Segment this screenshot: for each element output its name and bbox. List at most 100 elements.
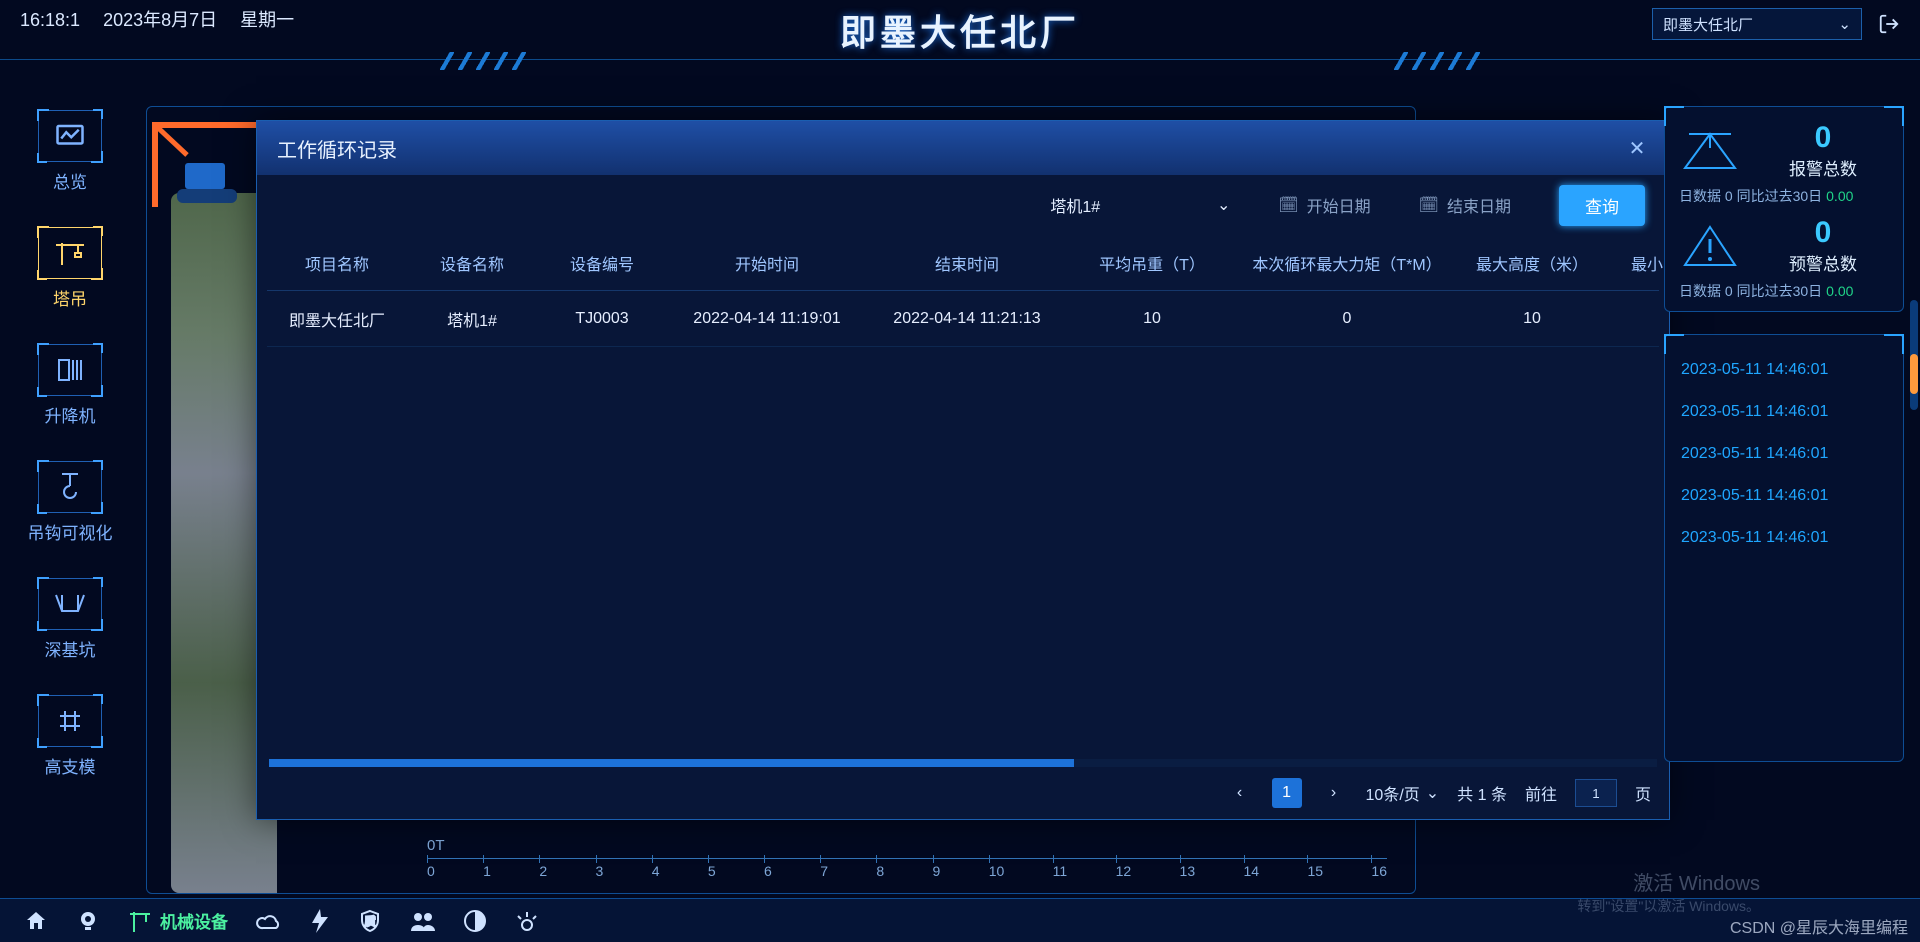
nav-overview[interactable]: 总览	[10, 110, 130, 193]
cell: 2022-04-14 11:21:13	[867, 310, 1067, 328]
log-item[interactable]: 2023-05-11 14:46:01	[1679, 391, 1889, 433]
alarm-count: 0	[1757, 121, 1889, 155]
modal-close-button[interactable]: ✕	[1625, 136, 1649, 161]
end-date-placeholder: 结束日期	[1447, 193, 1511, 217]
table-row[interactable]: 即墨大任北厂 塔机1# TJ0003 2022-04-14 11:19:01 2…	[267, 291, 1659, 347]
page-size-select[interactable]: 10条/页 ⌄	[1366, 781, 1440, 805]
ruler-tick: 6	[764, 863, 772, 879]
header-decoration	[0, 52, 1920, 80]
table: 项目名称 设备名称 设备编号 开始时间 结束时间 平均吊重（T） 本次循环最大力…	[257, 235, 1669, 753]
monitor-icon	[55, 123, 85, 149]
nav-tower-crane-label: 塔吊	[53, 285, 87, 310]
scrollbar-thumb[interactable]	[269, 759, 1074, 767]
chevron-down-icon: ⌄	[1838, 15, 1851, 33]
col-start: 开始时间	[667, 251, 867, 275]
log-item[interactable]: 2023-05-11 14:46:01	[1679, 349, 1889, 391]
query-button[interactable]: 查询	[1559, 185, 1645, 226]
device-select[interactable]: 塔机1# ⌄	[1050, 193, 1230, 217]
home-button[interactable]	[24, 909, 48, 933]
windows-watermark-2: 转到"设置"以激活 Windows。	[1577, 896, 1760, 916]
crane-icon	[54, 239, 86, 267]
equipment-icon	[128, 908, 152, 934]
quality-button[interactable]: 质	[358, 909, 382, 933]
ruler-tick: 10	[989, 863, 1005, 879]
warn-label: 预警总数	[1757, 250, 1889, 275]
contrast-icon	[464, 910, 486, 932]
col-deviceid: 设备编号	[537, 251, 667, 275]
page-goto-input[interactable]	[1575, 779, 1617, 807]
modal-filters: 塔机1# ⌄ 🗓 开始日期 🗓 结束日期 查询	[257, 175, 1669, 235]
device-select-value: 塔机1#	[1050, 193, 1100, 217]
bolt-icon	[310, 909, 330, 933]
ruler-tick: 2	[539, 863, 547, 879]
clock-time: 16:18:1	[20, 10, 80, 30]
shield-icon: 质	[358, 909, 382, 933]
nav-foundation-pit[interactable]: 深基坑	[10, 578, 130, 661]
nav-hook-visual[interactable]: 吊钩可视化	[10, 461, 130, 544]
equipment-label: 机械设备	[160, 908, 228, 933]
col-end: 结束时间	[867, 251, 1067, 275]
cell: 即墨大任北厂	[267, 307, 407, 331]
ruler-tick: 5	[708, 863, 716, 879]
people-button[interactable]	[410, 910, 436, 932]
pagination: ‹ 1 › 10条/页 ⌄ 共 1 条 前往 页	[257, 767, 1669, 819]
work-cycle-modal: 工作循环记录 ✕ 塔机1# ⌄ 🗓 开始日期 🗓 结束日期 查询 项目名称 设备…	[256, 120, 1670, 820]
page-prev-button[interactable]: ‹	[1226, 779, 1254, 807]
cell: 2022-04-14 11:19:01	[667, 310, 867, 328]
ruler-tick: 12	[1116, 863, 1132, 879]
end-date-input[interactable]: 🗓 结束日期	[1419, 193, 1511, 217]
ruler-tick: 14	[1244, 863, 1260, 879]
grid-icon	[56, 707, 84, 735]
log-card: 2023-05-11 14:46:01 2023-05-11 14:46:01 …	[1664, 334, 1904, 762]
modal-title: 工作循环记录	[277, 134, 397, 163]
left-nav: 总览 塔吊 升降机 吊钩可视化 深基坑 高支模	[10, 110, 130, 778]
header: 16:18:1 2023年8月7日 星期一 即墨大任北厂 即墨大任北厂 ⌄	[0, 0, 1920, 60]
nav-hook-visual-label: 吊钩可视化	[28, 519, 113, 544]
camera-button[interactable]	[76, 909, 100, 933]
nav-tower-crane[interactable]: 塔吊	[10, 227, 130, 310]
cell: 0	[1237, 310, 1457, 328]
site-select[interactable]: 即墨大任北厂 ⌄	[1652, 8, 1862, 40]
page-next-button[interactable]: ›	[1320, 779, 1348, 807]
cloud-icon	[256, 910, 282, 932]
people-icon	[410, 910, 436, 932]
calendar-icon: 🗓	[1278, 195, 1298, 215]
right-column: 0 报警总数 日数据 0 同比过去30日0.00 0 预警总数 日数据 0 同比…	[1664, 106, 1904, 762]
hook-icon	[56, 472, 84, 502]
ruler-tick: 1	[483, 863, 491, 879]
ruler-tick: 4	[652, 863, 660, 879]
nav-overview-label: 总览	[53, 168, 87, 193]
nav-elevator[interactable]: 升降机	[10, 344, 130, 427]
cell: 塔机1#	[407, 307, 537, 331]
stats-card: 0 报警总数 日数据 0 同比过去30日0.00 0 预警总数 日数据 0 同比…	[1664, 106, 1904, 312]
bolt-button[interactable]	[310, 909, 330, 933]
alarm-icon	[1679, 127, 1741, 175]
col-maxtorque: 本次循环最大力矩（T*M）	[1237, 251, 1457, 275]
log-item[interactable]: 2023-05-11 14:46:01	[1679, 433, 1889, 475]
light-button[interactable]	[514, 910, 540, 932]
ruler-tick: 0	[427, 863, 435, 879]
windows-watermark-1: 激活 Windows	[1633, 867, 1760, 896]
table-hscrollbar[interactable]	[269, 759, 1657, 767]
log-item[interactable]: 2023-05-11 14:46:01	[1679, 517, 1889, 559]
nav-high-formwork[interactable]: 高支模	[10, 695, 130, 778]
log-item[interactable]: 2023-05-11 14:46:01	[1679, 475, 1889, 517]
weight-ruler: 0T 012345678910111213141516	[427, 837, 1387, 879]
clock-date: 2023年8月7日	[103, 10, 217, 30]
equipment-button[interactable]: 机械设备	[128, 908, 228, 934]
page-goto-suffix: 页	[1635, 781, 1651, 805]
warn-count: 0	[1757, 216, 1889, 250]
alarm-subtext: 日数据 0 同比过去30日0.00	[1679, 186, 1889, 206]
page-scrollbar[interactable]	[1910, 300, 1918, 410]
calendar-icon: 🗓	[1419, 195, 1439, 215]
ruler-tick: 9	[933, 863, 941, 879]
logout-button[interactable]	[1876, 11, 1902, 37]
contrast-button[interactable]	[464, 910, 486, 932]
col-device: 设备名称	[407, 251, 537, 275]
ruler-label: 0T	[427, 837, 1387, 854]
page-current[interactable]: 1	[1272, 778, 1302, 808]
start-date-input[interactable]: 🗓 开始日期	[1278, 193, 1370, 217]
weather-button[interactable]	[256, 910, 282, 932]
col-avgweight: 平均吊重（T）	[1067, 251, 1237, 275]
page-total: 共 1 条	[1457, 781, 1507, 805]
